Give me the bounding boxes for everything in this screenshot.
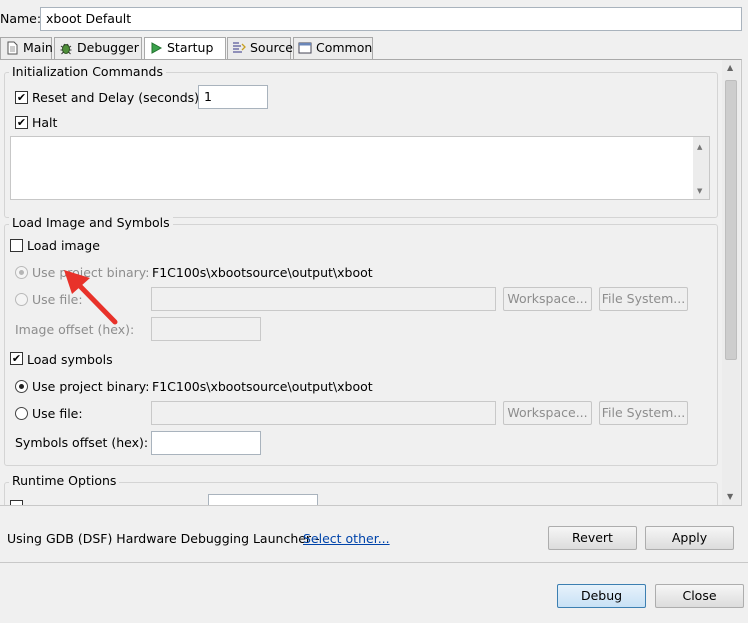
symbols-file-input[interactable] [151,401,496,425]
tab-label: Common [316,40,373,55]
symbols-filesystem-button[interactable]: File System... [599,401,688,425]
symbols-offset-label: Symbols offset (hex): [15,435,149,450]
divider [0,505,742,506]
check-icon: ✔ [11,352,22,365]
symbols-file-radio[interactable] [15,407,28,420]
image-filesystem-button[interactable]: File System... [599,287,688,311]
select-other-link[interactable]: Select other... [303,531,390,546]
window-icon [298,42,312,54]
image-file-radio[interactable] [15,293,28,306]
init-commands-textarea[interactable]: ▲ ▼ [10,136,710,200]
tab-label: Source [250,40,293,55]
load-image-label: Load image [27,238,100,253]
halt-checkbox[interactable]: ✔ [15,116,28,129]
init-group-title: Initialization Commands [9,64,166,80]
symbols-project-label: Use project binary: [32,379,150,394]
annotation-arrow-icon [64,270,118,325]
name-label: Name: [0,11,42,26]
tab-source[interactable]: Source [227,37,293,59]
divider [0,562,748,563]
halt-label: Halt [32,115,58,130]
reset-label: Reset and Delay (seconds): [32,90,204,105]
document-icon [7,41,18,55]
textarea-scrollbar[interactable]: ▲ ▼ [693,137,709,199]
tab-startup[interactable]: Startup [144,37,226,60]
symbols-project-radio[interactable] [15,380,28,393]
image-file-input[interactable] [151,287,496,311]
image-workspace-button[interactable]: Workspace... [503,287,592,311]
symbols-file-label: Use file: [32,406,83,421]
tab-label: Debugger [77,40,139,55]
tab-debugger[interactable]: Debugger [54,37,142,59]
symbols-workspace-button[interactable]: Workspace... [503,401,592,425]
panel-scrollbar[interactable]: ▲ ▼ [722,60,740,505]
scroll-down-arrow-icon: ▼ [697,187,703,195]
load-group [4,224,718,466]
launcher-text: Using GDB (DSF) Hardware Debugging Launc… [7,531,320,546]
apply-button[interactable]: Apply [645,526,734,550]
image-offset-input[interactable] [151,317,261,341]
revert-button[interactable]: Revert [548,526,637,550]
name-input[interactable]: xboot Default [40,7,742,31]
scroll-down-arrow-icon: ▼ [727,492,734,501]
load-symbols-label: Load symbols [27,352,113,367]
load-symbols-checkbox[interactable]: ✔ [10,352,23,365]
delay-input[interactable]: 1 [198,85,268,109]
image-project-value: F1C100s\xbootsource\output\xboot [152,265,373,280]
scroll-up-arrow-icon: ▲ [697,143,703,151]
scroll-up-arrow-icon: ▲ [727,63,734,72]
debug-button[interactable]: Debug [557,584,646,608]
load-image-checkbox[interactable] [10,239,23,252]
play-icon [151,42,163,54]
reset-checkbox[interactable]: ✔ [15,91,28,104]
tab-main[interactable]: Main [0,37,53,59]
scrollbar-thumb[interactable] [725,80,737,360]
check-icon: ✔ [16,116,27,129]
symbols-offset-input[interactable] [151,431,261,455]
symbols-project-value: F1C100s\xbootsource\output\xboot [152,379,373,394]
runtime-group-title: Runtime Options [9,473,120,489]
runtime-input[interactable] [208,494,318,505]
source-icon [233,42,246,53]
image-project-radio[interactable] [15,266,28,279]
bug-icon [60,43,72,55]
tab-label: Main [23,40,53,55]
tab-label: Startup [167,40,214,55]
tab-common[interactable]: Common [293,37,373,59]
close-button[interactable]: Close [655,584,744,608]
load-group-title: Load Image and Symbols [9,215,173,231]
check-icon: ✔ [16,91,27,104]
